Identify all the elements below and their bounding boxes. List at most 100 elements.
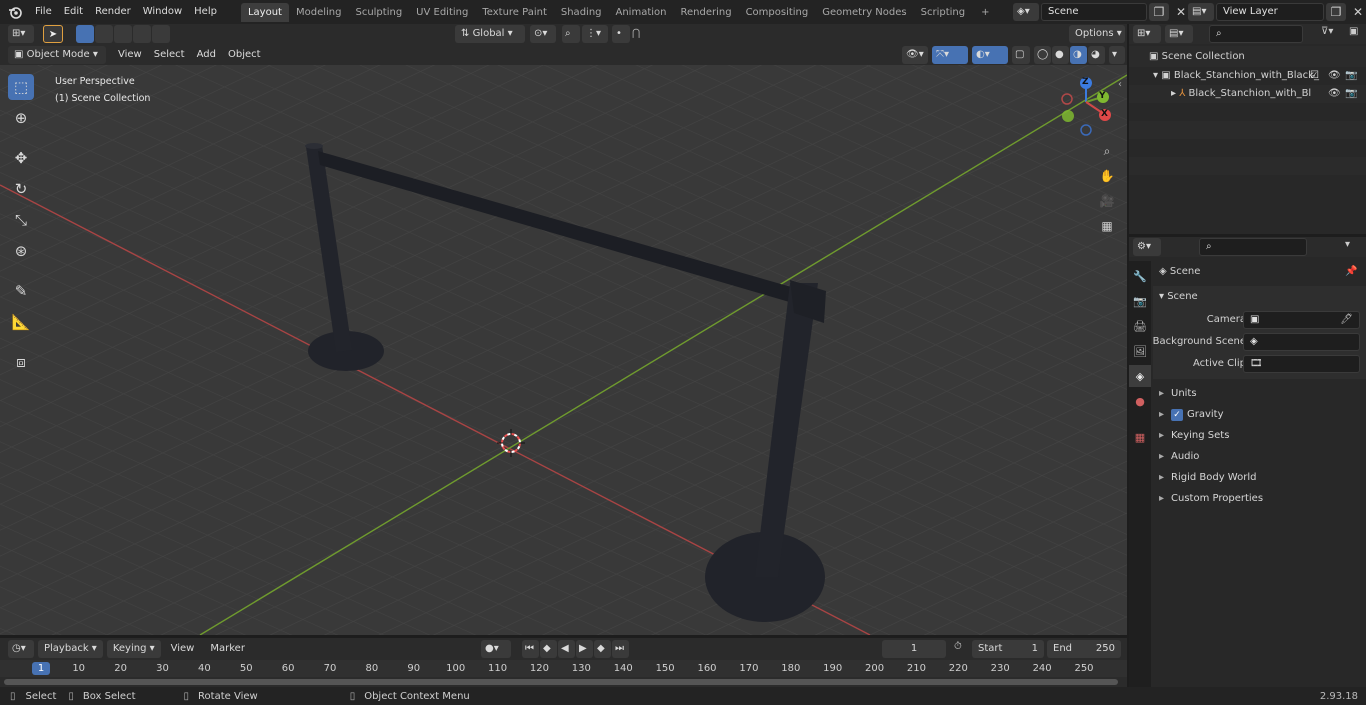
jump-end-icon[interactable]: ⏭ bbox=[612, 640, 629, 658]
filter-icon[interactable]: ⊽▾ bbox=[1321, 26, 1333, 37]
outliner-item-collection[interactable]: ▾ ▣ Black_Stanchion_with_Black_ ☑ 👁 📷 bbox=[1129, 67, 1366, 85]
select-box-tool-icon[interactable]: ⬚ bbox=[8, 74, 34, 100]
gizmo-toggle[interactable]: ⤧▾ bbox=[932, 46, 968, 64]
timeline-editor-type-button[interactable]: ◷▾ bbox=[8, 640, 34, 658]
tab-compositing[interactable]: Compositing bbox=[739, 3, 816, 22]
cursor-tool-icon[interactable]: ⊕ bbox=[8, 105, 34, 131]
mode-subtract-icon[interactable] bbox=[114, 25, 132, 43]
scene-collection-row[interactable]: ▣ Scene Collection bbox=[1129, 46, 1366, 67]
menu-edit[interactable]: Edit bbox=[58, 2, 89, 22]
camera-field[interactable]: ▣ 🖊 bbox=[1243, 311, 1360, 329]
timeline-scrollbar[interactable] bbox=[4, 679, 1118, 685]
scene-section-header[interactable]: ▾ Scene bbox=[1153, 286, 1366, 307]
add-workspace-button[interactable]: + bbox=[974, 3, 996, 22]
menu-render[interactable]: Render bbox=[89, 2, 137, 22]
visibility-toggle[interactable]: 👁▾ bbox=[902, 46, 928, 64]
view-layer-selector-button[interactable]: ▤▾ bbox=[1188, 3, 1214, 21]
mode-difference-icon[interactable] bbox=[133, 25, 151, 43]
transform-orientation-dropdown[interactable]: ⇅ Global ▾ bbox=[455, 25, 525, 43]
tab-animation[interactable]: Animation bbox=[609, 3, 674, 22]
world-tab-icon[interactable]: ● bbox=[1129, 390, 1151, 412]
delete-view-layer-icon[interactable]: ✕ bbox=[1348, 3, 1366, 21]
mode-extend-icon[interactable] bbox=[95, 25, 113, 43]
render-camera-icon[interactable]: 📷 bbox=[1345, 85, 1357, 103]
shading-options-dropdown[interactable]: ▾ bbox=[1109, 46, 1125, 64]
texture-tab-icon[interactable]: ▦ bbox=[1129, 426, 1151, 448]
select-tool-icon[interactable]: ➤ bbox=[43, 25, 63, 43]
snap-toggle[interactable]: ⌕ bbox=[562, 25, 580, 43]
rendered-shading-icon[interactable]: ◕ bbox=[1088, 46, 1105, 64]
view-layer-tab-icon[interactable]: 🖼 bbox=[1129, 340, 1151, 362]
menu-help[interactable]: Help bbox=[188, 2, 223, 22]
visibility-eye-icon[interactable]: 👁 bbox=[1328, 85, 1341, 103]
mode-intersect-icon[interactable] bbox=[152, 25, 170, 43]
3d-viewport[interactable]: Z Y X User Perspective (1) Scene Collect… bbox=[0, 65, 1127, 635]
units-panel[interactable]: Units bbox=[1153, 383, 1366, 404]
gravity-panel[interactable]: ✓Gravity bbox=[1153, 404, 1366, 425]
viewport-menu-select[interactable]: Select bbox=[148, 45, 191, 65]
transform-tool-icon[interactable]: ⊛ bbox=[8, 238, 34, 264]
mode-set-icon[interactable] bbox=[76, 25, 94, 43]
tab-geometry-nodes[interactable]: Geometry Nodes bbox=[815, 3, 913, 22]
viewport-menu-add[interactable]: Add bbox=[191, 45, 222, 65]
properties-options-icon[interactable]: ▾ bbox=[1345, 239, 1350, 250]
snap-target-dropdown[interactable]: ⋮▾ bbox=[582, 25, 608, 43]
object-mode-dropdown[interactable]: ▣ Object Mode ▾ bbox=[8, 45, 106, 64]
tool-tab-icon[interactable]: 🔧 bbox=[1129, 265, 1151, 287]
zoom-icon[interactable]: ⌕ bbox=[1097, 141, 1117, 161]
properties-search-field[interactable]: ⌕ bbox=[1199, 238, 1307, 256]
scene-name-field[interactable]: Scene bbox=[1041, 3, 1147, 21]
tab-scripting[interactable]: Scripting bbox=[914, 3, 972, 22]
pivot-point-dropdown[interactable]: ⊙▾ bbox=[530, 25, 556, 43]
play-reverse-icon[interactable]: ◀ bbox=[558, 640, 575, 658]
scene-tab-icon[interactable]: ◈ bbox=[1129, 365, 1151, 387]
viewport-menu-view[interactable]: View bbox=[112, 45, 148, 65]
active-clip-field[interactable]: 🎞 bbox=[1243, 355, 1360, 373]
material-shading-icon[interactable]: ◑ bbox=[1070, 46, 1087, 64]
tab-layout[interactable]: Layout bbox=[240, 3, 289, 22]
record-button[interactable]: ●▾ bbox=[481, 640, 511, 658]
frame-ruler[interactable]: 1 10 20 30 40 50 60 70 80 90 100 110 120 130 140 150 16… bbox=[0, 660, 1127, 677]
perspective-grid-icon[interactable]: ▦ bbox=[1097, 216, 1117, 236]
timeline-menu-view[interactable]: View bbox=[165, 640, 201, 658]
scene-selector-button[interactable]: ◈▾ bbox=[1013, 3, 1039, 21]
timeline-menu-keying[interactable]: Keying ▾ bbox=[106, 640, 161, 658]
solid-shading-icon[interactable]: ● bbox=[1052, 46, 1069, 64]
properties-editor-type-button[interactable]: ⚙▾ bbox=[1133, 238, 1161, 256]
output-tab-icon[interactable]: 🖨 bbox=[1129, 315, 1151, 337]
background-scene-field[interactable]: ◈ bbox=[1243, 333, 1360, 351]
proportional-edit-toggle[interactable]: • bbox=[612, 25, 630, 43]
tab-uv-editing[interactable]: UV Editing bbox=[409, 3, 475, 22]
rigid-body-world-panel[interactable]: Rigid Body World bbox=[1153, 467, 1366, 488]
custom-properties-panel[interactable]: Custom Properties bbox=[1153, 488, 1366, 509]
play-icon[interactable]: ▶ bbox=[576, 640, 593, 658]
annotate-tool-icon[interactable]: ✎ bbox=[8, 278, 34, 304]
timeline-menu-playback[interactable]: Playback ▾ bbox=[38, 640, 103, 658]
pan-hand-icon[interactable]: ✋ bbox=[1097, 166, 1117, 186]
editor-type-button[interactable]: ⊞▾ bbox=[8, 25, 34, 43]
visibility-eye-icon[interactable]: 👁 bbox=[1328, 67, 1341, 85]
display-mode-dropdown[interactable]: ▤▾ bbox=[1165, 25, 1193, 43]
end-frame-field[interactable]: End 250 bbox=[1047, 640, 1121, 658]
start-frame-field[interactable]: Start 1 bbox=[972, 640, 1044, 658]
next-keyframe-icon[interactable]: ◆ bbox=[594, 640, 611, 658]
falloff-icon[interactable]: ⋂ bbox=[632, 25, 656, 43]
wireframe-shading-icon[interactable]: ◯ bbox=[1034, 46, 1051, 64]
gravity-checkbox[interactable]: ✓ bbox=[1171, 409, 1183, 421]
prev-keyframe-icon[interactable]: ◆ bbox=[540, 640, 557, 658]
rotate-tool-icon[interactable]: ↻ bbox=[8, 176, 34, 202]
options-dropdown[interactable]: Options ▾ bbox=[1069, 25, 1125, 43]
move-tool-icon[interactable]: ✥ bbox=[8, 145, 34, 171]
collapse-sidebar-icon[interactable]: ‹ bbox=[1118, 79, 1122, 90]
tab-texture-paint[interactable]: Texture Paint bbox=[475, 3, 554, 22]
scale-tool-icon[interactable]: ⤡ bbox=[8, 207, 34, 233]
keying-sets-panel[interactable]: Keying Sets bbox=[1153, 425, 1366, 446]
menu-file[interactable]: File bbox=[29, 2, 58, 22]
tab-shading[interactable]: Shading bbox=[554, 3, 609, 22]
blender-logo-icon[interactable] bbox=[5, 2, 25, 22]
xray-toggle[interactable]: ▢ bbox=[1012, 46, 1030, 64]
outliner-item-object[interactable]: ▸ ⅄ Black_Stanchion_with_Bl 👁 📷 bbox=[1129, 85, 1366, 103]
render-tab-icon[interactable]: 📷 bbox=[1129, 290, 1151, 312]
tab-modeling[interactable]: Modeling bbox=[289, 3, 349, 22]
new-view-layer-icon[interactable]: ❐ bbox=[1326, 3, 1346, 21]
